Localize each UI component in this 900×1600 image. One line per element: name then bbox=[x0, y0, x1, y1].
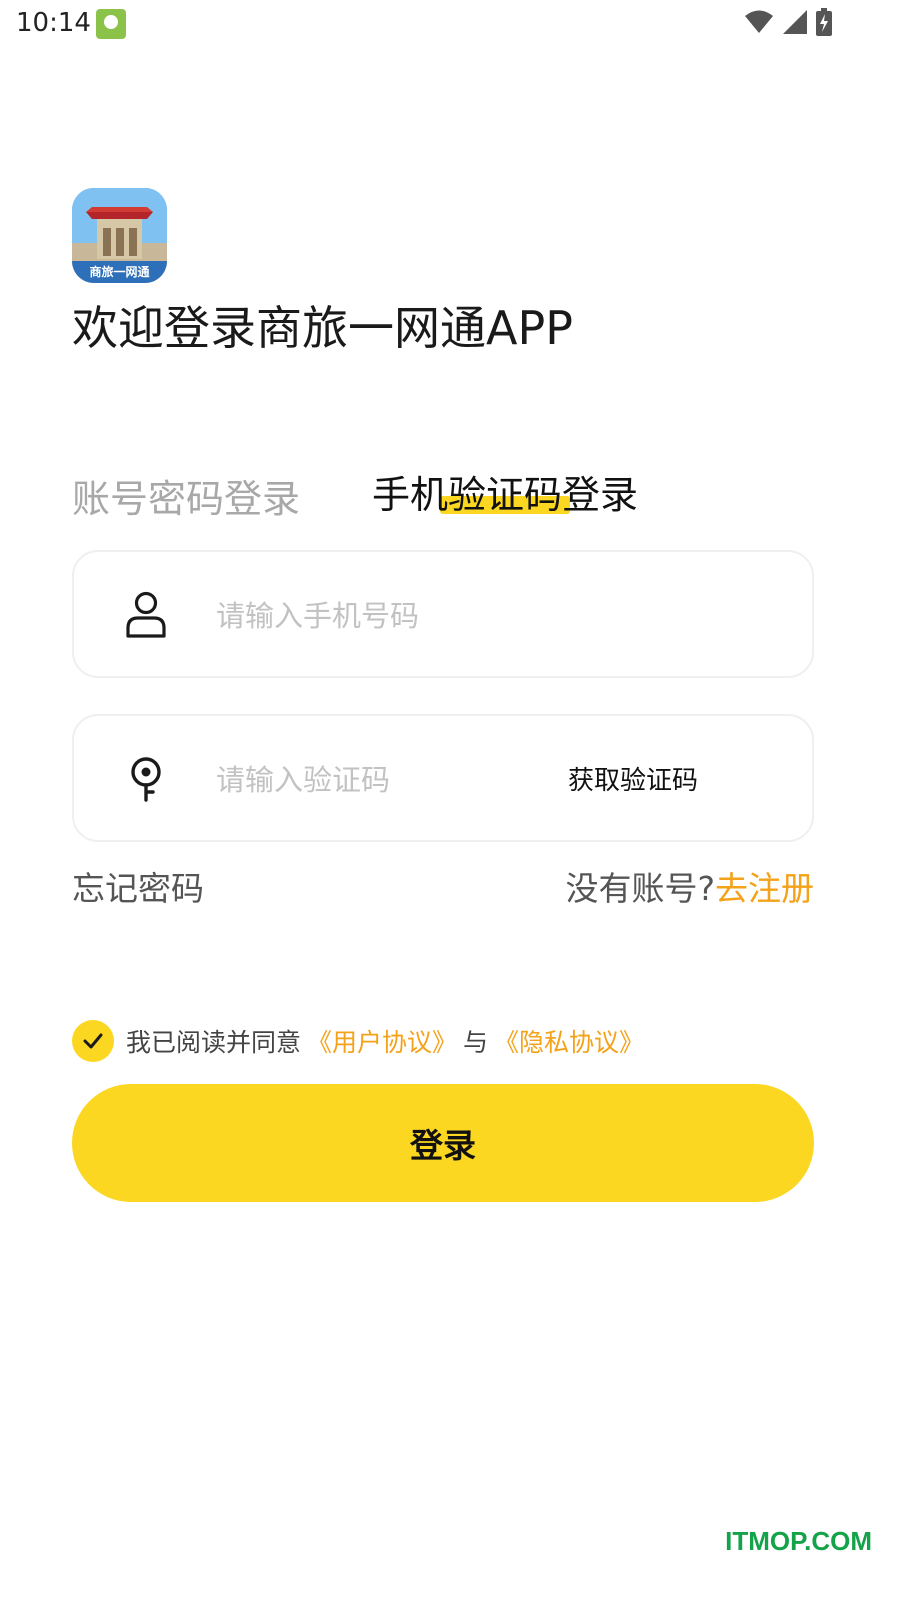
key-icon bbox=[131, 757, 161, 802]
app-logo-graphic: 商旅一网通 bbox=[72, 188, 167, 283]
watermark: ITMOP.COM bbox=[725, 1526, 872, 1556]
register-prompt: 没有账号?去注册 bbox=[565, 862, 814, 910]
wifi-icon bbox=[745, 10, 773, 33]
privacy-policy-link[interactable]: 《隐私协议》 bbox=[494, 1023, 644, 1059]
app-logo-text: 商旅一网通 bbox=[89, 264, 149, 279]
register-link[interactable]: 去注册 bbox=[715, 869, 814, 908]
agreement-prefix: 我已阅读并同意 bbox=[126, 1028, 302, 1057]
status-time: 10:14 bbox=[16, 8, 91, 38]
phone-field bbox=[72, 550, 814, 678]
app-logo: 商旅一网通 bbox=[72, 188, 167, 283]
notification-app-icon bbox=[96, 9, 126, 39]
forgot-password-link[interactable]: 忘记密码 bbox=[72, 862, 204, 910]
phone-input[interactable] bbox=[216, 590, 536, 642]
status-icons bbox=[744, 8, 832, 36]
agreement-conjunction: 与 bbox=[463, 1028, 489, 1057]
user-agreement-link[interactable]: 《用户协议》 bbox=[307, 1023, 457, 1059]
user-icon bbox=[126, 591, 166, 638]
agreement-checkbox[interactable] bbox=[72, 1020, 114, 1062]
cellular-signal-icon bbox=[783, 10, 807, 34]
tab-password-login[interactable]: 账号密码登录 bbox=[72, 468, 300, 523]
battery-charging-icon bbox=[816, 8, 832, 36]
no-account-text: 没有账号? bbox=[565, 869, 715, 908]
login-button[interactable]: 登录 bbox=[72, 1084, 814, 1202]
page-title: 欢迎登录商旅一网通APP bbox=[72, 301, 573, 355]
verification-code-field: 获取验证码 bbox=[72, 714, 814, 842]
checkmark-icon bbox=[83, 1033, 103, 1049]
status-bar: 10:14 bbox=[0, 0, 900, 50]
agreement-row: 我已阅读并同意 《用户协议》 与 《隐私协议》 bbox=[72, 1020, 650, 1062]
get-code-button[interactable]: 获取验证码 bbox=[568, 760, 698, 797]
verification-code-input[interactable] bbox=[216, 754, 536, 806]
tab-sms-login[interactable]: 手机验证码登录 bbox=[372, 464, 638, 519]
